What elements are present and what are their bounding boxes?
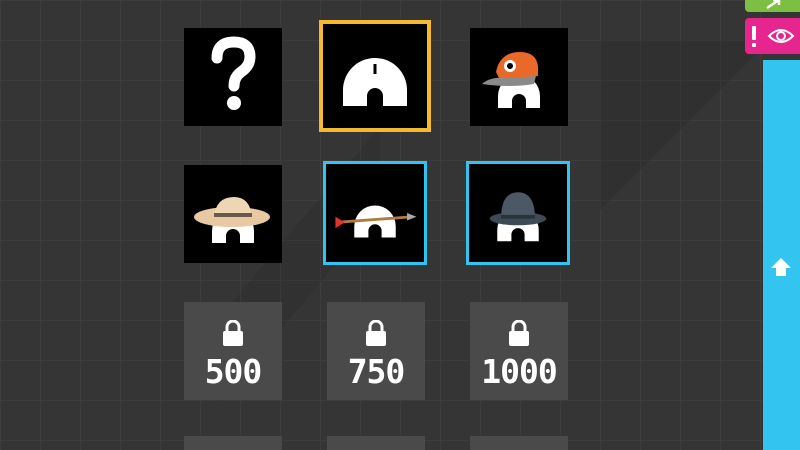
character-tile-plain[interactable] xyxy=(319,20,431,132)
price-label: 500 xyxy=(204,352,263,391)
arrow-icon xyxy=(766,0,781,10)
top-action-button[interactable] xyxy=(745,0,800,12)
character-tile-bowler[interactable] xyxy=(466,161,570,265)
home-arrow-icon xyxy=(771,258,791,276)
protractor-icon xyxy=(343,58,407,106)
character-tile-cap[interactable] xyxy=(470,28,568,126)
lock-icon xyxy=(509,320,529,346)
character-tile-random[interactable] xyxy=(184,28,282,126)
locked-item-500[interactable]: 500 xyxy=(184,302,282,400)
view-button[interactable] xyxy=(745,18,800,54)
eye-icon xyxy=(767,29,795,43)
side-panel-toggle[interactable] xyxy=(763,60,800,450)
character-tile-arrow[interactable] xyxy=(323,161,427,265)
exclamation-icon xyxy=(752,26,756,47)
background-shade xyxy=(600,40,770,210)
price-label: 750 xyxy=(347,352,406,391)
locked-item-1000[interactable]: 1000 xyxy=(470,302,568,400)
locked-item-partial[interactable] xyxy=(327,436,425,450)
protractor-orange-cap-icon xyxy=(482,52,540,108)
protractor-arrow-icon xyxy=(335,205,417,238)
locked-item-750[interactable]: 750 xyxy=(327,302,425,400)
view-button-graphic xyxy=(752,26,795,47)
protractor-bowler-hat-icon xyxy=(489,192,547,242)
character-tile-sunhat[interactable] xyxy=(184,165,282,263)
price-label: 1000 xyxy=(481,352,557,391)
lock-icon xyxy=(366,320,386,346)
protractor-sun-hat-icon xyxy=(194,197,270,243)
lock-icon xyxy=(223,320,243,346)
locked-item-partial[interactable] xyxy=(184,436,282,450)
locked-item-partial[interactable] xyxy=(470,436,568,450)
question-mark-icon xyxy=(211,36,256,110)
